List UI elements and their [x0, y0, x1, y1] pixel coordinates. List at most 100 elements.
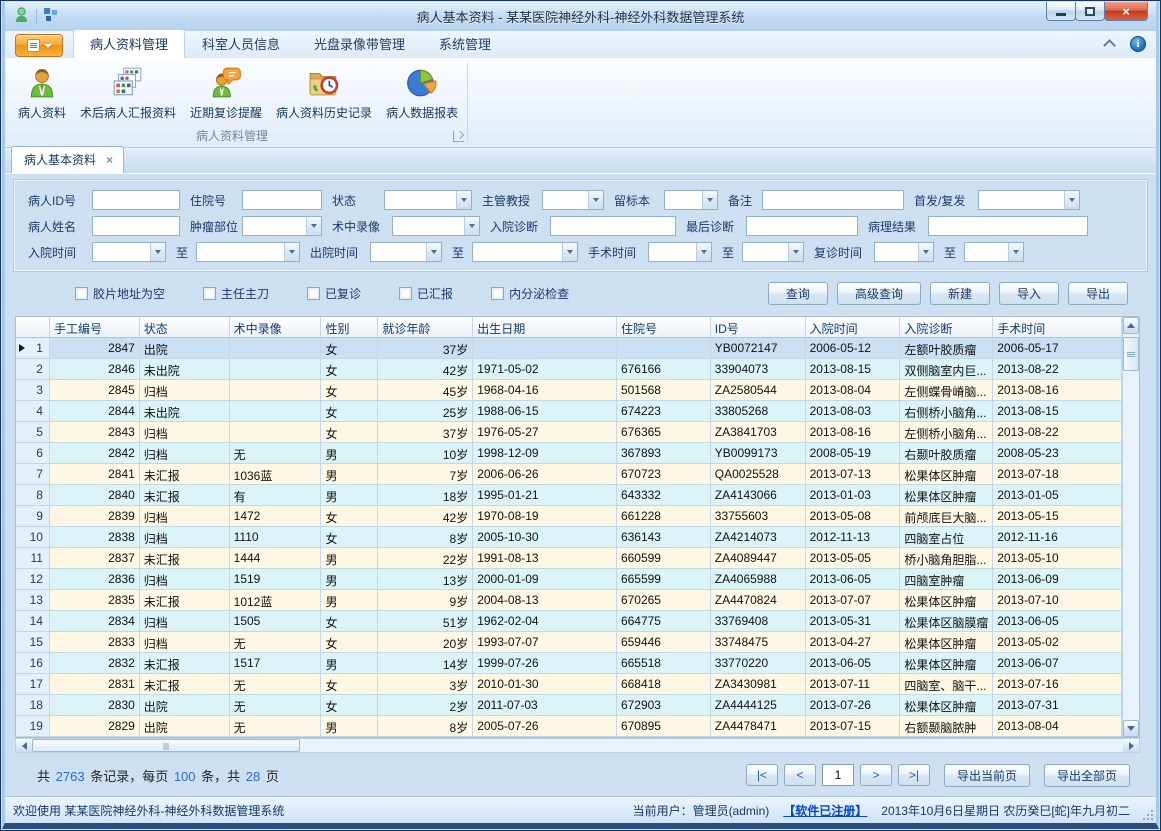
app-menu-button[interactable] [15, 34, 63, 57]
vertical-scrollbar[interactable] [1122, 317, 1139, 737]
status-select[interactable] [384, 190, 472, 210]
table-row[interactable]: 52843归档女37岁1976-05-27676365ZA38417032013… [16, 422, 1122, 443]
row-header[interactable]: 14 [16, 611, 50, 632]
admission-date-from-select[interactable] [92, 242, 166, 262]
chevron-down-icon[interactable] [306, 217, 321, 235]
pathology-result-field[interactable] [928, 216, 1088, 236]
chevron-down-icon[interactable] [464, 217, 479, 235]
column-header[interactable]: 住院号 [617, 317, 711, 338]
export-button[interactable]: 导出 [1068, 282, 1128, 305]
chevron-down-icon[interactable] [562, 243, 577, 261]
advanced-query-button[interactable]: 高级查询 [837, 282, 921, 305]
chevron-down-icon[interactable] [918, 243, 933, 261]
export-all-pages-button[interactable]: 导出全部页 [1044, 764, 1130, 787]
table-row[interactable]: 62842归档无男10岁1998-12-09367893YB0099173200… [16, 443, 1122, 464]
tab-system-management[interactable]: 系统管理 [422, 29, 508, 58]
table-row[interactable]: 22846未出院女42岁1971-05-02676166339040732013… [16, 359, 1122, 380]
new-button[interactable]: 新建 [930, 282, 990, 305]
chevron-down-icon[interactable] [696, 243, 711, 261]
table-row[interactable]: 82840未汇报有男18岁1995-01-21643332ZA414306620… [16, 485, 1122, 506]
table-row[interactable]: 142834归档1505女51岁1962-02-0466477533769408… [16, 611, 1122, 632]
collapse-ribbon-icon[interactable] [1104, 40, 1116, 48]
column-header[interactable]: 状态 [140, 317, 230, 338]
patient-id-field[interactable] [92, 190, 180, 210]
table-row[interactable]: 12847出院女37岁YB00721472006-05-12左额叶胶质瘤2006… [16, 338, 1122, 359]
chevron-down-icon[interactable] [588, 191, 603, 209]
resize-grip[interactable] [1143, 810, 1153, 820]
discharge-date-from-select[interactable] [370, 242, 442, 262]
scroll-down-button[interactable] [1123, 720, 1139, 737]
data-report-button[interactable]: 病人数据报表 [379, 62, 465, 123]
chevron-down-icon[interactable] [426, 243, 441, 261]
table-row[interactable]: 32845归档女45岁1968-04-16501568ZA25805442013… [16, 380, 1122, 401]
vertical-scroll-thumb[interactable] [1123, 337, 1139, 371]
tumor-site-select[interactable] [242, 216, 322, 236]
last-page-button[interactable]: >| [898, 764, 930, 786]
reported-checkbox[interactable]: 已汇报 [399, 285, 453, 302]
remarks-field[interactable] [762, 190, 904, 210]
table-row[interactable]: 122836归档1519男13岁2000-01-09665599ZA406598… [16, 569, 1122, 590]
patient-info-button[interactable]: 病人资料 [11, 62, 73, 123]
attending-professor-select[interactable] [542, 190, 604, 210]
first-or-relapse-select[interactable] [978, 190, 1080, 210]
table-row[interactable]: 132835未汇报1012蓝男9岁2004-08-13670265ZA44708… [16, 590, 1122, 611]
column-header[interactable]: 出生日期 [473, 317, 617, 338]
row-header[interactable]: 9 [16, 506, 50, 527]
close-button[interactable]: × [1104, 2, 1148, 21]
row-header[interactable]: 12 [16, 569, 50, 590]
info-icon[interactable]: i [1130, 36, 1146, 52]
admission-date-to-select[interactable] [196, 242, 300, 262]
column-header[interactable]: 手工编号 [50, 317, 140, 338]
prev-page-button[interactable]: < [784, 764, 816, 786]
horizontal-scroll-thumb[interactable] [32, 739, 300, 752]
endocrine-exam-checkbox[interactable]: 内分泌检查 [491, 285, 569, 302]
row-header[interactable]: 18 [16, 695, 50, 716]
tab-patient-management[interactable]: 病人资料管理 [73, 29, 185, 58]
column-header[interactable]: 手术时间 [993, 317, 1122, 338]
table-row[interactable]: 72841未汇报1036蓝男7岁2006-06-26670723QA002552… [16, 464, 1122, 485]
admission-no-field[interactable] [242, 190, 322, 210]
chevron-down-icon[interactable] [150, 243, 165, 261]
horizontal-scrollbar[interactable] [15, 738, 1140, 753]
chevron-down-icon[interactable] [284, 243, 299, 261]
final-diagnosis-field[interactable] [746, 216, 858, 236]
specimen-select[interactable] [664, 190, 718, 210]
chevron-down-icon[interactable] [702, 191, 717, 209]
row-header[interactable]: 3 [16, 380, 50, 401]
intraop-video-select[interactable] [392, 216, 480, 236]
query-button[interactable]: 查询 [768, 282, 828, 305]
row-header[interactable]: 8 [16, 485, 50, 506]
discharge-date-to-select[interactable] [472, 242, 578, 262]
row-header[interactable]: 7 [16, 464, 50, 485]
first-page-button[interactable]: |< [746, 764, 778, 786]
surgery-date-to-select[interactable] [742, 242, 804, 262]
revisit-reminder-button[interactable]: 近期复诊提醒 [183, 62, 269, 123]
table-row[interactable]: 182830出院无女2岁2011-07-03672903ZA4444125201… [16, 695, 1122, 716]
column-header[interactable]: 入院诊断 [900, 317, 993, 338]
table-row[interactable]: 112837未汇报1444男22岁1991-08-13660599ZA40894… [16, 548, 1122, 569]
film-address-empty-checkbox[interactable]: 胶片地址为空 [75, 285, 165, 302]
chevron-down-icon[interactable] [1008, 243, 1023, 261]
tab-disc-tape-management[interactable]: 光盘录像带管理 [297, 29, 422, 58]
column-header[interactable]: 术中录像 [230, 317, 322, 338]
column-header[interactable] [16, 317, 50, 338]
table-row[interactable]: 172831未汇报无女3岁2010-01-30668418ZA343098120… [16, 674, 1122, 695]
column-header[interactable]: 入院时间 [806, 317, 901, 338]
scroll-left-button[interactable] [16, 739, 32, 752]
chevron-down-icon[interactable] [788, 243, 803, 261]
row-header[interactable]: 11 [16, 548, 50, 569]
chevron-down-icon[interactable] [1064, 191, 1079, 209]
tab-patient-basic-info[interactable]: 病人基本资料 × [11, 146, 124, 173]
revisited-checkbox[interactable]: 已复诊 [307, 285, 361, 302]
chevron-down-icon[interactable] [456, 191, 471, 209]
admission-diagnosis-field[interactable] [550, 216, 676, 236]
row-header[interactable]: 13 [16, 590, 50, 611]
row-header[interactable]: 2 [16, 359, 50, 380]
tab-department-staff[interactable]: 科室人员信息 [185, 29, 297, 58]
history-record-button[interactable]: 病人资料历史记录 [269, 62, 379, 123]
scroll-right-button[interactable] [1123, 739, 1139, 752]
next-page-button[interactable]: > [860, 764, 892, 786]
column-header[interactable]: 性别 [321, 317, 378, 338]
scroll-up-button[interactable] [1123, 317, 1139, 334]
table-row[interactable]: 162832未汇报1517男14岁1999-07-266655183377022… [16, 653, 1122, 674]
